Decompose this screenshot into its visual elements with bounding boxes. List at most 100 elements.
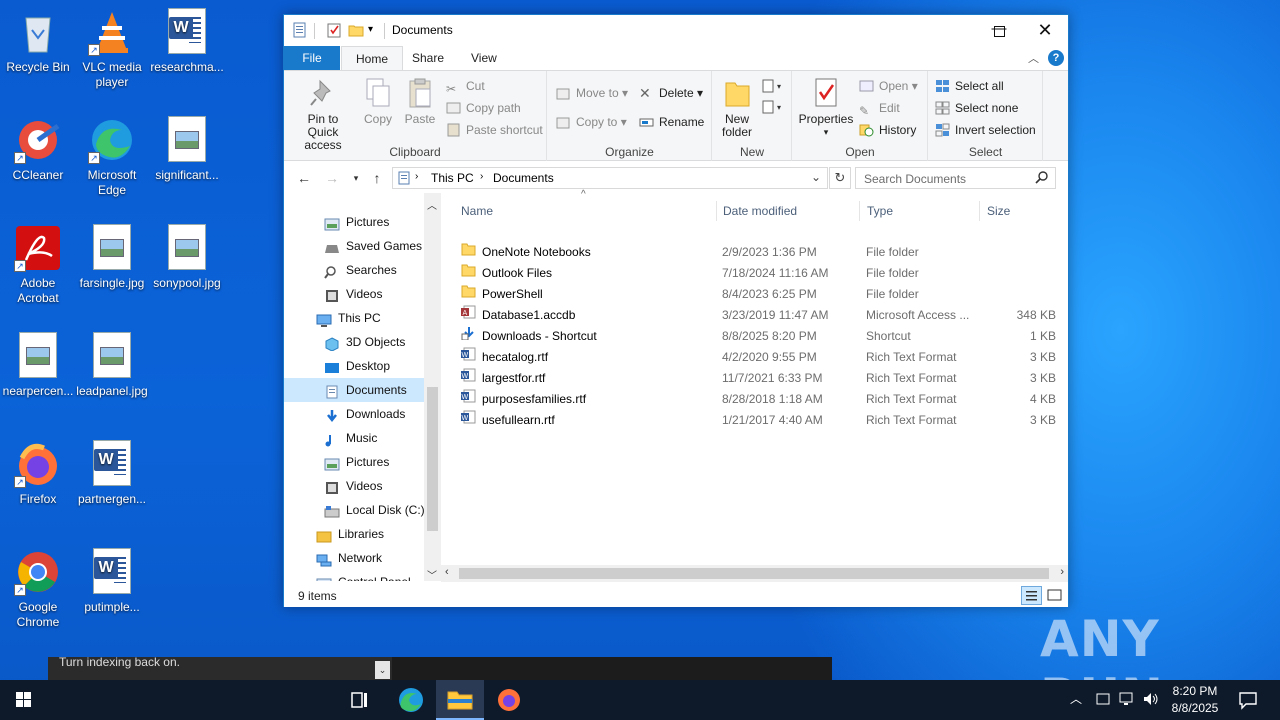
invert-selection-button[interactable]: Invert selection	[935, 120, 1036, 140]
rename-button[interactable]: Rename	[639, 112, 704, 132]
nav-item-pictures[interactable]: Pictures	[284, 450, 424, 474]
history-button[interactable]: History	[859, 120, 916, 140]
new-item-icon[interactable]: ▾	[761, 77, 789, 95]
column-header-type[interactable]: Type	[861, 201, 980, 221]
nav-item-network[interactable]: Network	[284, 546, 424, 570]
select-none-button[interactable]: Select none	[935, 98, 1018, 118]
nav-item-downloads[interactable]: Downloads	[284, 402, 424, 426]
nav-item-local-disk-c[interactable]: Local Disk (C:)	[284, 498, 425, 522]
horizontal-scrollbar[interactable]: ‹ ›	[441, 565, 1068, 582]
search-input[interactable]: Search Documents	[855, 167, 1056, 189]
up-arrow-icon[interactable]: ↑	[367, 169, 387, 187]
breadcrumb-documents[interactable]: Documents	[493, 171, 554, 185]
file-row[interactable]: Wlargestfor.rtf 11/7/2021 6:33 PM Rich Tex…	[457, 368, 1057, 389]
edit-button[interactable]: ✎ Edit	[859, 98, 900, 118]
help-icon[interactable]: ?	[1048, 50, 1064, 66]
cut-button[interactable]: ✂ Cut	[446, 76, 485, 96]
refresh-icon[interactable]: ↻	[829, 167, 851, 189]
details-view-icon[interactable]	[1021, 586, 1042, 605]
file-row[interactable]: PowerShell 8/4/2023 6:25 PM File folder	[457, 284, 1057, 305]
customize-qat-chevron-icon[interactable]: ▾	[368, 22, 384, 38]
desktop-icon-vlc-media-player[interactable]: ↗ VLC media player	[74, 8, 150, 90]
nav-scroll-thumb[interactable]	[427, 387, 438, 531]
start-button[interactable]	[0, 680, 48, 720]
desktop-icon-significant[interactable]: significant...	[149, 116, 225, 183]
desktop-icon-putimple[interactable]: Wputimple...	[74, 548, 150, 615]
open-button[interactable]: Open ▾	[859, 76, 918, 96]
delete-button[interactable]: ✕ Delete ▾	[639, 83, 703, 103]
select-all-button[interactable]: Select all	[935, 76, 1004, 96]
tab-home[interactable]: Home	[341, 46, 404, 71]
indexing-notification[interactable]: Turn indexing back on. ⌄	[48, 656, 392, 680]
defender-tray-icon[interactable]	[1095, 691, 1111, 710]
desktop-icon-researchma[interactable]: Wresearchma...	[149, 8, 225, 75]
desktop-icon-sonypool-jpg[interactable]: sonypool.jpg	[149, 224, 225, 291]
desktop-icon-google-chrome[interactable]: ↗ Google Chrome	[0, 548, 76, 630]
file-row[interactable]: Wusefullearn.rtf 1/21/2017 4:40 AM Rich Te…	[457, 410, 1057, 431]
tab-view[interactable]: View	[457, 46, 511, 70]
action-center-icon[interactable]	[1238, 690, 1258, 713]
desktop-icon-farsingle-jpg[interactable]: farsingle.jpg	[74, 224, 150, 291]
desktop-icon-microsoft-edge[interactable]: ↗ Microsoft Edge	[74, 116, 150, 198]
file-row[interactable]: OneNote Notebooks 2/9/2023 1:36 PM File fo…	[457, 242, 1057, 263]
show-hidden-icons-chevron-icon[interactable]: ︿	[1070, 690, 1082, 707]
tab-share[interactable]: Share	[398, 46, 458, 70]
copy-path-button[interactable]: Copy path	[446, 98, 521, 118]
clock[interactable]: 8:20 PM 8/8/2025	[1164, 683, 1226, 717]
large-icons-view-icon[interactable]	[1045, 586, 1064, 605]
copy-button[interactable]: Copy	[360, 77, 396, 126]
taskbar-firefox[interactable]	[485, 680, 533, 720]
recent-locations-chevron-icon[interactable]: ▾	[346, 169, 366, 187]
nav-item-saved-games[interactable]: Saved Games	[284, 234, 424, 258]
copy-to-button[interactable]: Copy to ▾	[556, 112, 627, 132]
file-row[interactable]: A Database1.accdb 3/23/2019 11:47 AM Micros…	[457, 305, 1057, 326]
scroll-down-chevron-icon[interactable]: ﹀	[427, 567, 437, 582]
desktop-icon-recycle-bin[interactable]: Recycle Bin	[0, 8, 76, 75]
maximize-button[interactable]	[976, 15, 1022, 46]
network-tray-icon[interactable]	[1118, 691, 1136, 710]
nav-item-control-panel[interactable]: Control Panel	[284, 570, 424, 581]
move-to-button[interactable]: Move to ▾	[556, 83, 628, 103]
scroll-up-chevron-icon[interactable]: ︿	[427, 197, 437, 212]
close-button[interactable]: ✕	[1022, 15, 1068, 46]
column-header-name[interactable]: Name	[455, 201, 717, 221]
file-row[interactable]: Whecatalog.rtf 4/2/2020 9:55 PM Rich Text …	[457, 347, 1057, 368]
easy-access-icon[interactable]: ▾	[761, 98, 789, 116]
properties-quick-icon[interactable]	[326, 22, 342, 38]
nav-item-videos[interactable]: Videos	[284, 282, 424, 306]
taskbar-edge[interactable]	[387, 680, 435, 720]
file-row[interactable]: Wpurposesfamilies.rtf 8/28/2018 1:18 AM Ri…	[457, 389, 1057, 410]
desktop-icon-firefox[interactable]: ↗ Firefox	[0, 440, 76, 507]
new-folder-button[interactable]: New folder	[717, 77, 757, 139]
desktop-icon-leadpanel-jpg[interactable]: leadpanel.jpg	[74, 332, 150, 399]
address-box[interactable]: › This PC › Documents ⌄	[392, 167, 828, 189]
new-folder-quick-icon[interactable]	[348, 22, 364, 38]
breadcrumb-this-pc[interactable]: This PC	[431, 171, 474, 185]
notification-chevron-icon[interactable]: ⌄	[375, 661, 390, 679]
nav-item-desktop[interactable]: Desktop	[284, 354, 424, 378]
forward-arrow-icon[interactable]: →	[322, 169, 342, 187]
tab-file[interactable]: File	[284, 46, 340, 70]
task-view-button[interactable]	[336, 680, 384, 720]
desktop-icon-adobe-acrobat[interactable]: ↗ Adobe Acrobat	[0, 224, 76, 306]
file-row[interactable]: Downloads - Shortcut 8/8/2025 8:20 PM Shor…	[457, 326, 1057, 347]
scroll-right-chevron-icon[interactable]: ›	[1060, 566, 1064, 578]
nav-item-searches[interactable]: Searches	[284, 258, 424, 282]
nav-item-this-pc[interactable]: This PC	[284, 306, 424, 330]
properties-button[interactable]: Properties ▾	[797, 77, 855, 139]
back-arrow-icon[interactable]: ←	[294, 169, 314, 187]
nav-item-documents[interactable]: Documents	[284, 378, 424, 402]
title-bar[interactable]: ▾ Documents — ✕	[284, 15, 1068, 46]
taskbar-file-explorer[interactable]	[436, 680, 484, 720]
nav-item-pictures[interactable]: Pictures	[284, 210, 424, 234]
column-header-date-modified[interactable]: Date modified	[717, 201, 860, 221]
horizontal-scroll-thumb[interactable]	[459, 568, 1049, 579]
desktop-icon-partnergen[interactable]: Wpartnergen...	[74, 440, 150, 507]
column-header-size[interactable]: Size	[981, 201, 1061, 221]
nav-item-libraries[interactable]: Libraries	[284, 522, 424, 546]
nav-item-music[interactable]: Music	[284, 426, 424, 450]
paste-shortcut-button[interactable]: Paste shortcut	[446, 120, 543, 140]
address-dropdown-chevron-icon[interactable]: ⌄	[811, 170, 821, 184]
paste-button[interactable]: Paste	[400, 77, 440, 126]
desktop-icon-nearpercen[interactable]: nearpercen...	[0, 332, 76, 399]
